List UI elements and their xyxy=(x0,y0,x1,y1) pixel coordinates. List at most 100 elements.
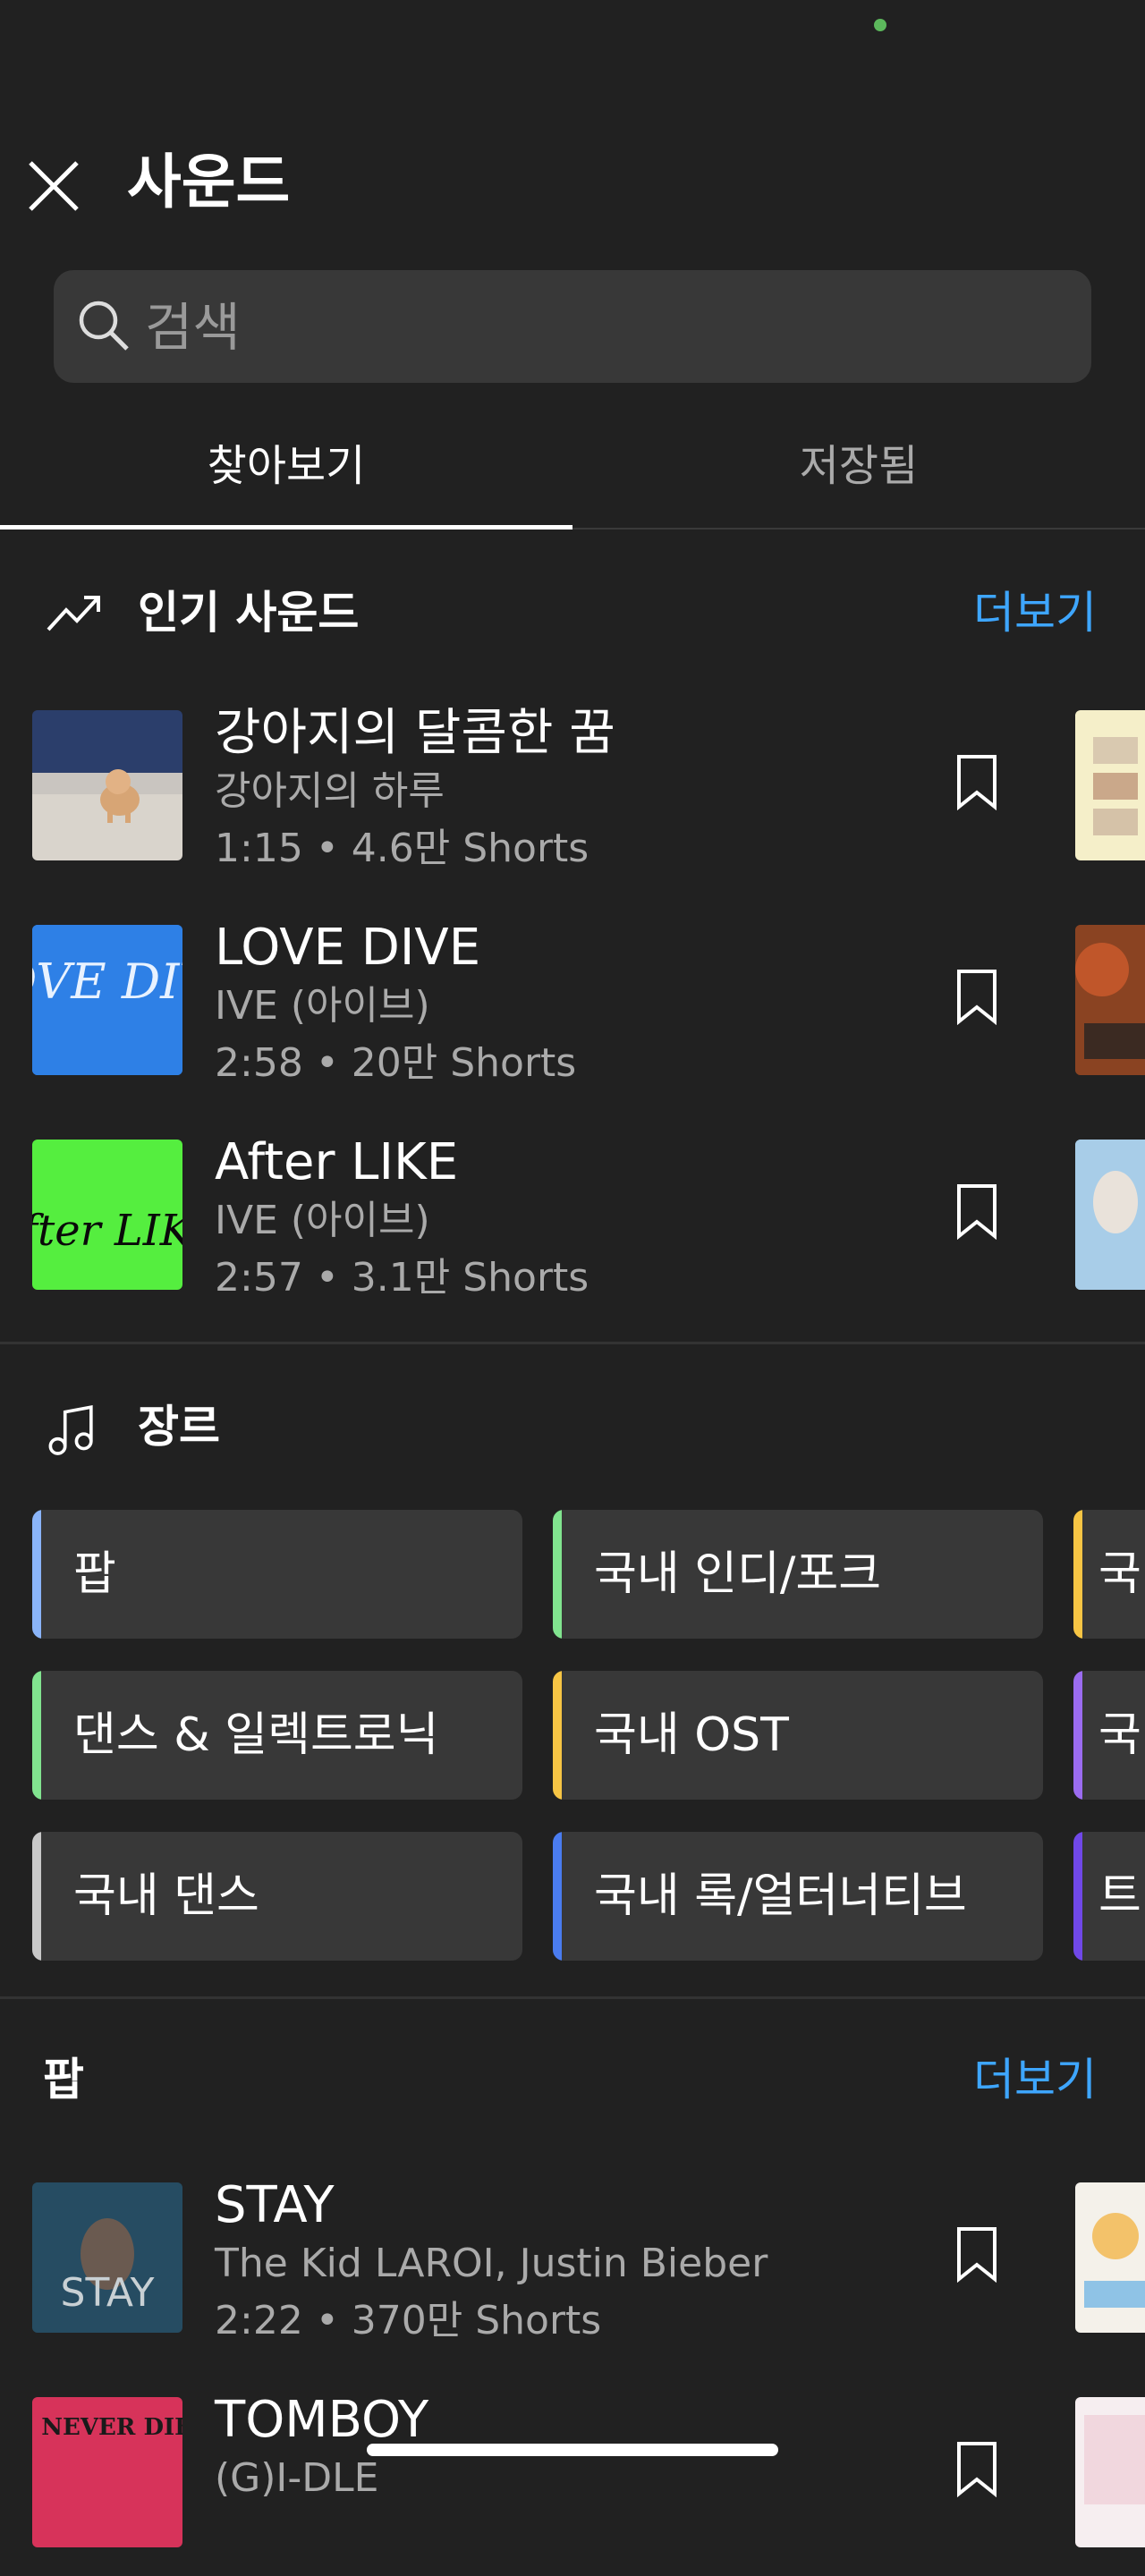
genre-color-bar xyxy=(1073,1510,1082,1639)
separator-dot: • xyxy=(315,1040,339,1086)
genre-chip[interactable]: 국 xyxy=(1073,1510,1145,1639)
section-title-pop: 팝 xyxy=(43,2054,84,2106)
next-column-thumbnail[interactable] xyxy=(1075,925,1145,1075)
genre-label: 국 xyxy=(1098,1547,1141,1601)
track-artist: (G)I-DLE xyxy=(215,2455,379,2501)
track-title: STAY xyxy=(215,2176,335,2234)
genre-label: 팝 xyxy=(73,1547,116,1601)
genre-chip[interactable]: 트 xyxy=(1073,1832,1145,1961)
section-title-popular: 인기 사운드 xyxy=(138,587,360,639)
page-title: 사운드 xyxy=(127,148,291,216)
search-bar[interactable] xyxy=(54,270,1091,383)
track-row[interactable]: 강아지의 달콤한 꿈 강아지의 하루 1:15 • 4.6만 Shorts xyxy=(0,692,1145,889)
track-artist: 강아지의 하루 xyxy=(215,768,445,814)
track-shorts-count: 3.1만 Shorts xyxy=(351,1255,589,1301)
genre-label: 국내 록/얼터너티브 xyxy=(594,1869,967,1923)
pop-more-link[interactable]: 더보기 xyxy=(973,2050,1097,2109)
track-title: 강아지의 달콤한 꿈 xyxy=(215,704,615,762)
track-meta: 1:15 • 4.6만 Shorts xyxy=(215,825,589,873)
track-title: After LIKE xyxy=(215,1133,459,1191)
search-icon xyxy=(79,301,129,351)
track-meta: 2:58 • 20만 Shorts xyxy=(215,1039,576,1088)
section-divider xyxy=(0,1996,1145,1999)
genre-color-bar xyxy=(1073,1832,1082,1961)
genre-chip[interactable]: 댄스 & 일렉트로닉 xyxy=(32,1671,522,1800)
next-column-thumbnail[interactable] xyxy=(1075,2182,1145,2333)
track-artist: IVE (아이브) xyxy=(215,1198,430,1243)
bookmark-button[interactable] xyxy=(954,968,1000,1026)
genre-chip[interactable]: 팝 xyxy=(32,1510,522,1639)
genre-section-header: 장르 xyxy=(0,1377,1145,1476)
track-shorts-count: 370만 Shorts xyxy=(351,2298,602,2343)
home-indicator[interactable] xyxy=(367,2444,778,2456)
tab-bar: 찾아보기 저장됨 xyxy=(0,411,1145,530)
genre-label: 국 xyxy=(1098,1708,1141,1762)
track-duration: 2:57 xyxy=(215,1255,303,1301)
bookmark-icon xyxy=(957,1184,997,1241)
genre-chip[interactable]: 국 xyxy=(1073,1671,1145,1800)
pop-section-header: 팝 더보기 xyxy=(0,2030,1145,2129)
track-duration: 1:15 xyxy=(215,826,303,871)
thumb-text: STAY xyxy=(61,2270,155,2316)
track-meta: 2:22 • 370만 Shorts xyxy=(215,2297,601,2345)
genre-color-bar xyxy=(553,1510,562,1639)
genre-color-bar xyxy=(553,1832,562,1961)
track-shorts-count: 20만 Shorts xyxy=(351,1040,577,1086)
bookmark-button[interactable] xyxy=(954,2225,1000,2284)
bookmark-icon xyxy=(957,2227,997,2284)
genre-label: 국내 OST xyxy=(594,1708,789,1762)
search-input[interactable] xyxy=(143,286,1041,369)
genre-color-bar xyxy=(32,1671,41,1800)
track-title: LOVE DIVE xyxy=(215,919,481,977)
bookmark-button[interactable] xyxy=(954,2440,1000,2498)
track-meta: 2:57 • 3.1만 Shorts xyxy=(215,1254,589,1302)
tab-saved[interactable]: 저장됨 xyxy=(572,411,1145,528)
popular-more-link[interactable]: 더보기 xyxy=(973,583,1097,642)
track-thumbnail: After LIKE xyxy=(32,1140,182,1290)
genre-color-bar xyxy=(553,1671,562,1800)
active-tab-indicator xyxy=(0,525,572,530)
close-icon xyxy=(29,161,79,211)
close-button[interactable] xyxy=(25,157,82,215)
tab-browse[interactable]: 찾아보기 xyxy=(0,411,572,528)
status-indicator-dot xyxy=(874,19,886,31)
genre-chip[interactable]: 국내 댄스 xyxy=(32,1832,522,1961)
genre-chip[interactable]: 국내 록/얼터너티브 xyxy=(553,1832,1043,1961)
bookmark-button[interactable] xyxy=(954,1182,1000,1241)
track-thumbnail: STAY xyxy=(32,2182,182,2333)
section-divider xyxy=(0,1342,1145,1344)
track-thumbnail xyxy=(32,710,182,860)
thumb-text: After LIKE xyxy=(32,1206,182,1256)
header: 사운드 xyxy=(0,134,1145,233)
track-duration: 2:22 xyxy=(215,2298,303,2343)
bookmark-icon xyxy=(957,970,997,1026)
separator-dot: • xyxy=(315,826,339,871)
genre-chip[interactable]: 국내 인디/포크 xyxy=(553,1510,1043,1639)
next-column-thumbnail[interactable] xyxy=(1075,710,1145,860)
track-row[interactable]: I NEVER DIE TOMBOY (G)I-DLE xyxy=(0,2379,1145,2576)
track-title: TOMBOY xyxy=(215,2391,429,2449)
separator-dot: • xyxy=(315,1255,339,1301)
genre-chip[interactable]: 국내 OST xyxy=(553,1671,1043,1800)
thumb-text: LOVE DIVE xyxy=(32,953,182,1010)
popular-section-header: 인기 사운드 더보기 xyxy=(0,564,1145,662)
music-note-icon xyxy=(48,1404,93,1455)
genre-label: 댄스 & 일렉트로닉 xyxy=(73,1708,439,1762)
track-artist: The Kid LAROI, Justin Bieber xyxy=(215,2241,768,2286)
bookmark-button[interactable] xyxy=(954,753,1000,811)
thumb-text: I NEVER DIE xyxy=(32,2414,182,2441)
track-duration: 2:58 xyxy=(215,1040,303,1086)
separator-dot: • xyxy=(315,2298,339,2343)
track-row[interactable]: LOVE DIVE LOVE DIVE IVE (아이브) 2:58 • 20만… xyxy=(0,907,1145,1104)
trending-icon xyxy=(47,596,100,631)
track-row[interactable]: After LIKE After LIKE IVE (아이브) 2:57 • 3… xyxy=(0,1122,1145,1318)
next-column-thumbnail[interactable] xyxy=(1075,2397,1145,2547)
genre-label: 국내 인디/포크 xyxy=(594,1547,882,1601)
bookmark-icon xyxy=(957,2442,997,2498)
genre-color-bar xyxy=(32,1832,41,1961)
genre-color-bar xyxy=(32,1510,41,1639)
track-thumbnail: LOVE DIVE xyxy=(32,925,182,1075)
next-column-thumbnail[interactable] xyxy=(1075,1140,1145,1290)
track-row[interactable]: STAY STAY The Kid LAROI, Justin Bieber 2… xyxy=(0,2165,1145,2361)
track-thumbnail: I NEVER DIE xyxy=(32,2397,182,2547)
